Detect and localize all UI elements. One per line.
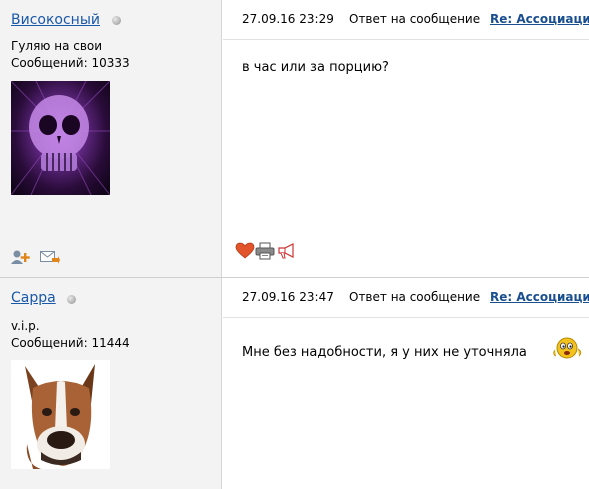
smiley-icon xyxy=(552,336,584,362)
print-icon[interactable] xyxy=(255,242,275,260)
reply-prefix: Ответ на сообщение xyxy=(349,12,481,26)
messages-label: Сообщений: xyxy=(11,336,88,350)
author-message-count: Сообщений: 10333 xyxy=(11,56,130,70)
post-body: Мне без надобности, я у них не уточняла xyxy=(242,345,527,360)
reply-prefix: Ответ на сообщение xyxy=(349,290,481,304)
forum-post: Високосный Гуляю на свои Сообщений: 1033… xyxy=(0,0,589,278)
post-date: 27.09.16 23:29 xyxy=(242,12,334,26)
reply-topic-link[interactable]: Re: Ассоциации xyxy=(490,12,589,26)
report-megaphone-icon[interactable] xyxy=(277,242,297,260)
post-header: 27.09.16 23:29 Ответ на сообщение Re: Ас… xyxy=(223,0,589,40)
messages-count: 11444 xyxy=(91,336,130,350)
post-body: в час или за порцию? xyxy=(242,60,389,75)
send-message-icon[interactable] xyxy=(40,249,60,265)
forum-post: Cappa v.i.p. Сообщений: 11444 27.09.16 2… xyxy=(0,278,589,489)
post-content: 27.09.16 23:47 Ответ на сообщение Re: Ас… xyxy=(223,278,589,489)
like-heart-icon[interactable] xyxy=(235,242,255,260)
avatar[interactable] xyxy=(11,360,110,469)
messages-count: 10333 xyxy=(91,56,130,70)
author-name-link[interactable]: Cappa xyxy=(11,290,56,306)
offline-status-icon xyxy=(112,16,121,25)
author-name-link[interactable]: Високосный xyxy=(11,12,100,28)
post-date: 27.09.16 23:47 xyxy=(242,290,334,304)
post-author-panel: Cappa v.i.p. Сообщений: 11444 xyxy=(0,278,222,489)
messages-label: Сообщений: xyxy=(11,56,88,70)
add-friend-icon[interactable] xyxy=(11,249,31,265)
post-author-panel: Високосный Гуляю на свои Сообщений: 1033… xyxy=(0,0,222,277)
author-message-count: Сообщений: 11444 xyxy=(11,336,130,350)
reply-topic-link[interactable]: Re: Ассоциации xyxy=(490,290,589,304)
post-header: 27.09.16 23:47 Ответ на сообщение Re: Ас… xyxy=(223,278,589,318)
avatar[interactable] xyxy=(11,81,110,195)
author-rank: v.i.p. xyxy=(11,319,40,333)
author-rank: Гуляю на свои xyxy=(11,39,103,53)
post-content: 27.09.16 23:29 Ответ на сообщение Re: Ас… xyxy=(223,0,589,277)
offline-status-icon xyxy=(67,295,76,304)
